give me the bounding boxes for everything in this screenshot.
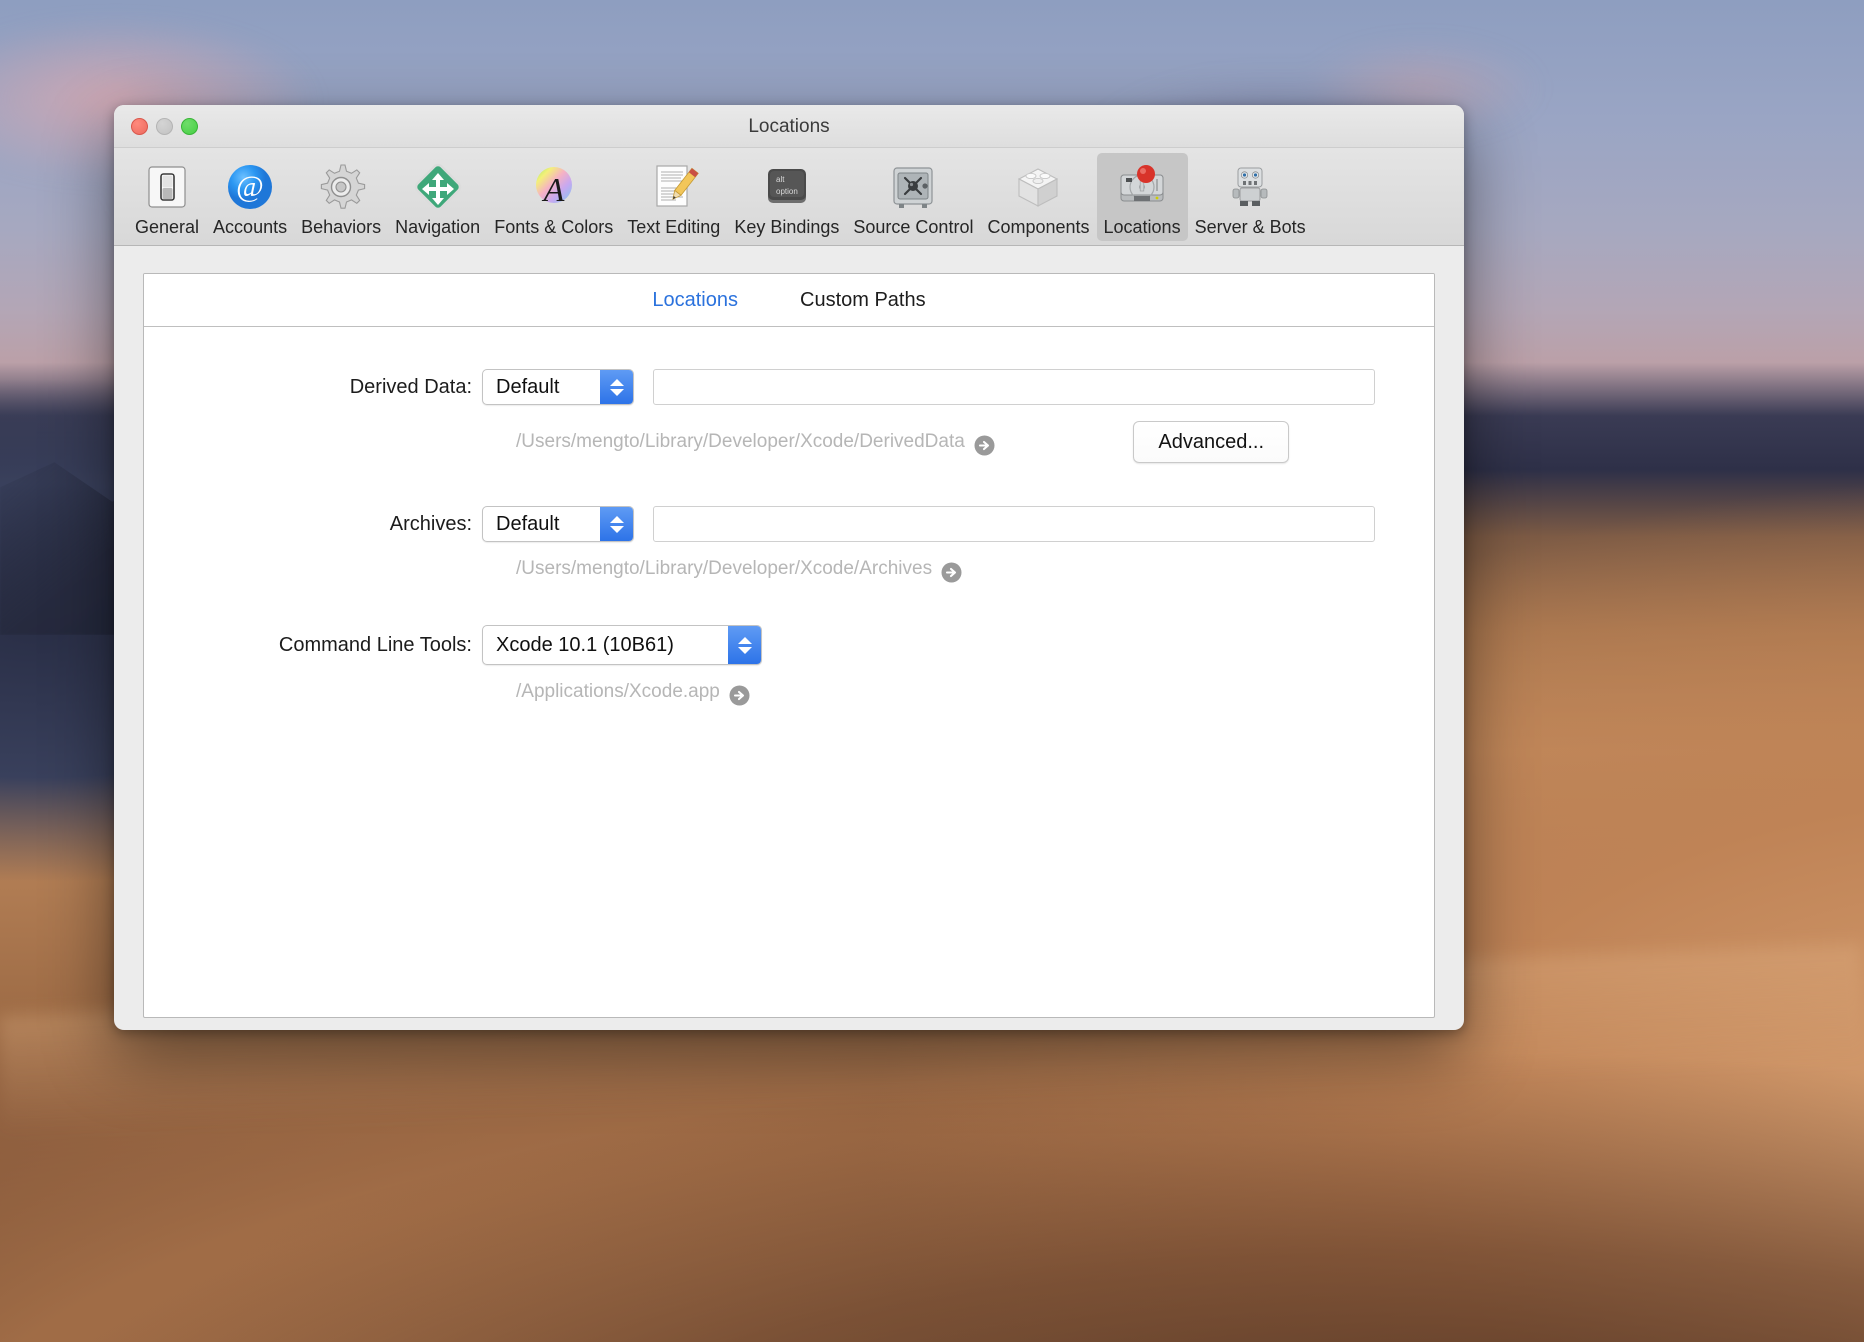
command-line-tools-row: Command Line Tools: Xcode 10.1 (10B61) bbox=[144, 625, 1434, 665]
toolbar-item-label: Source Control bbox=[853, 217, 974, 237]
archives-row: Archives: Default bbox=[144, 506, 1434, 542]
robot-icon bbox=[1224, 161, 1276, 213]
archives-popup-button[interactable]: Default bbox=[482, 506, 634, 542]
chevron-updown-icon[interactable] bbox=[600, 507, 633, 541]
toolbar-item-fonts-colors[interactable]: A Fonts & Colors bbox=[487, 153, 620, 241]
svg-text:@: @ bbox=[236, 170, 264, 203]
derived-data-path-text: /Users/mengto/Library/Developer/Xcode/De… bbox=[516, 431, 965, 452]
toolbar-item-accounts[interactable]: @ Accounts bbox=[206, 153, 294, 241]
hard-drive-pin-icon bbox=[1116, 161, 1168, 213]
toolbar-item-navigation[interactable]: Navigation bbox=[388, 153, 487, 241]
derived-data-subrow: /Users/mengto/Library/Developer/Xcode/De… bbox=[144, 421, 1434, 463]
derived-data-path-field[interactable] bbox=[653, 369, 1375, 405]
derived-data-popup-button[interactable]: Default bbox=[482, 369, 634, 405]
toolbar-item-label: Server & Bots bbox=[1194, 217, 1306, 237]
command-line-tools-subrow: /Applications/Xcode.app bbox=[144, 681, 1434, 706]
toolbar-item-source-control[interactable]: Source Control bbox=[846, 153, 980, 241]
reveal-in-finder-icon[interactable] bbox=[941, 562, 962, 583]
toolbar-item-label: Key Bindings bbox=[734, 217, 840, 237]
derived-data-popup-value: Default bbox=[496, 375, 560, 398]
chevron-updown-icon[interactable] bbox=[728, 626, 761, 664]
toolbar-item-label: Accounts bbox=[213, 217, 288, 237]
chevron-updown-icon[interactable] bbox=[600, 370, 633, 404]
xcode-preferences-window: Locations General @ Accounts Behaviors N… bbox=[114, 105, 1464, 1030]
toolbar-item-text-editing[interactable]: Text Editing bbox=[620, 153, 727, 241]
toolbar-item-label: Text Editing bbox=[627, 217, 721, 237]
toolbar-item-locations[interactable]: Locations bbox=[1096, 153, 1188, 241]
toolbar-item-label: Behaviors bbox=[301, 217, 382, 237]
archives-label: Archives: bbox=[389, 512, 472, 535]
switch-icon bbox=[141, 161, 193, 213]
window-title: Locations bbox=[748, 116, 830, 137]
toolbar-item-general[interactable]: General bbox=[128, 153, 206, 241]
font-color-icon: A bbox=[528, 161, 580, 213]
toolbar-item-key-bindings[interactable]: alt option Key Bindings bbox=[727, 153, 846, 241]
command-line-tools-popup-button[interactable]: Xcode 10.1 (10B61) bbox=[482, 625, 762, 665]
toolbar-item-label: Components bbox=[987, 217, 1090, 237]
toolbar-item-label: Navigation bbox=[395, 217, 481, 237]
move-arrows-icon bbox=[412, 161, 464, 213]
at-sign-icon: @ bbox=[224, 161, 276, 213]
tab-custom-paths[interactable]: Custom Paths bbox=[800, 289, 926, 312]
reveal-in-finder-icon[interactable] bbox=[729, 685, 750, 706]
command-line-tools-popup-value: Xcode 10.1 (10B61) bbox=[496, 633, 674, 656]
safe-vault-icon bbox=[887, 161, 939, 213]
locations-form: Derived Data: Default /Users/mengto/Libr… bbox=[144, 327, 1434, 706]
toolbar-item-label: General bbox=[135, 217, 200, 237]
tab-bar: Locations Custom Paths bbox=[144, 274, 1434, 327]
toolbar-item-behaviors[interactable]: Behaviors bbox=[294, 153, 388, 241]
preferences-toolbar: General @ Accounts Behaviors Navigation … bbox=[114, 148, 1464, 246]
svg-text:alt: alt bbox=[776, 175, 785, 184]
advanced-button[interactable]: Advanced... bbox=[1133, 421, 1289, 463]
derived-data-row: Derived Data: Default bbox=[144, 369, 1434, 405]
document-pencil-icon bbox=[648, 161, 700, 213]
archives-path-text: /Users/mengto/Library/Developer/Xcode/Ar… bbox=[516, 558, 933, 579]
svg-text:option: option bbox=[776, 187, 798, 196]
toolbar-item-components[interactable]: Components bbox=[980, 153, 1096, 241]
tab-locations[interactable]: Locations bbox=[652, 289, 738, 312]
toolbar-item-label: Locations bbox=[1103, 217, 1181, 237]
archives-subrow: /Users/mengto/Library/Developer/Xcode/Ar… bbox=[144, 558, 1434, 583]
window-titlebar: Locations bbox=[114, 105, 1464, 148]
svg-text:A: A bbox=[541, 172, 564, 209]
command-line-tools-path-text: /Applications/Xcode.app bbox=[516, 681, 720, 702]
archives-popup-value: Default bbox=[496, 512, 560, 535]
alt-option-key-icon: alt option bbox=[761, 161, 813, 213]
gear-icon bbox=[315, 161, 367, 213]
reveal-in-finder-icon[interactable] bbox=[974, 435, 995, 456]
toolbar-item-label: Fonts & Colors bbox=[494, 217, 614, 237]
command-line-tools-label: Command Line Tools: bbox=[278, 633, 472, 656]
derived-data-label: Derived Data: bbox=[349, 375, 472, 398]
toolbar-item-server-bots[interactable]: Server & Bots bbox=[1188, 153, 1313, 241]
package-box-icon bbox=[1012, 161, 1064, 213]
preferences-content-pane: Locations Custom Paths Derived Data: Def… bbox=[143, 273, 1435, 1018]
archives-path-field[interactable] bbox=[653, 506, 1375, 542]
